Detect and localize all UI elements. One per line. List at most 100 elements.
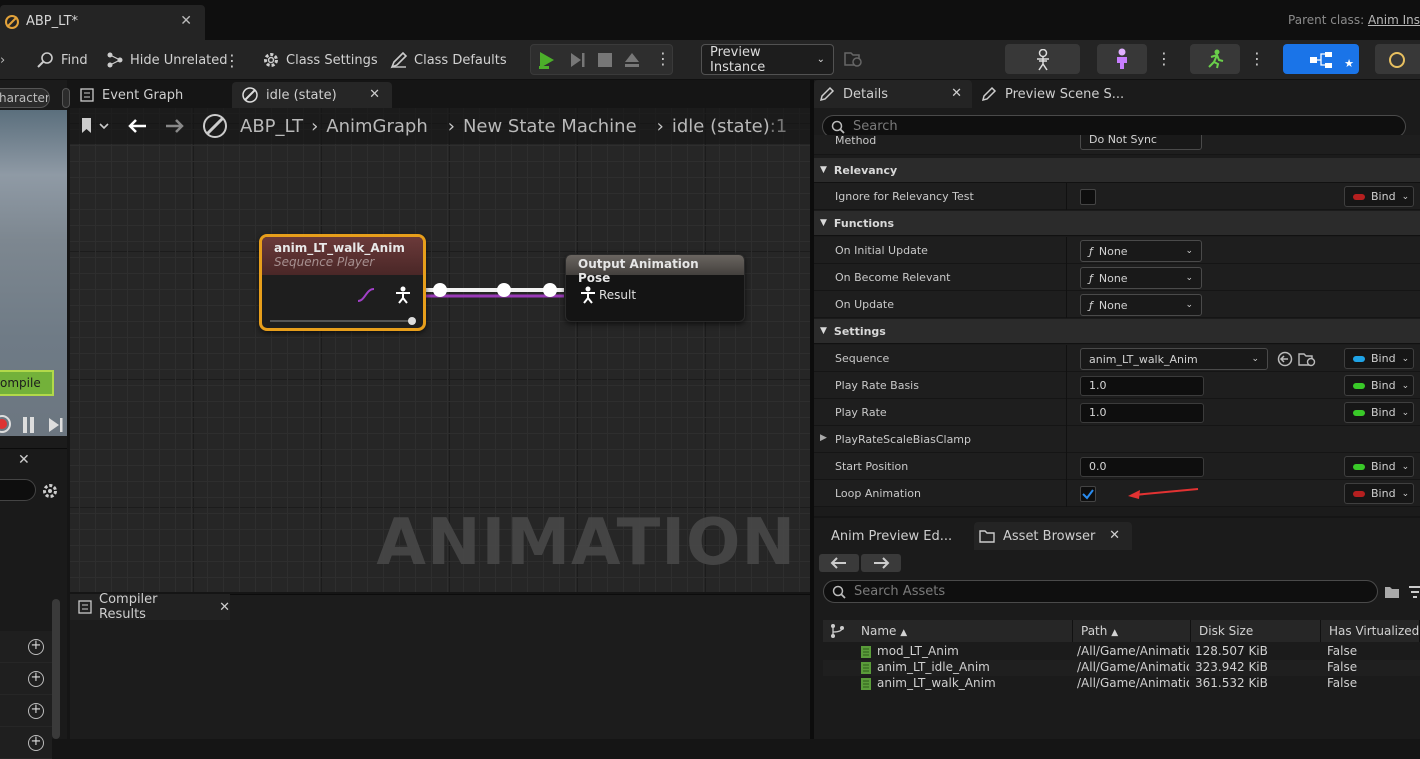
left-list-row[interactable]: + bbox=[0, 631, 52, 663]
tab-anim-preview-editor[interactable]: Anim Preview Ed... bbox=[826, 522, 952, 550]
tab-event-graph[interactable]: Event Graph bbox=[70, 82, 230, 108]
close-icon[interactable]: ✕ bbox=[951, 86, 962, 101]
start-position-field[interactable]: 0.0 bbox=[1080, 457, 1204, 477]
tab-preview-scene[interactable]: Preview Scene S... bbox=[976, 80, 1124, 108]
character-chip[interactable]: haracter bbox=[0, 88, 50, 108]
pose-input-pin-icon[interactable] bbox=[580, 286, 596, 304]
toolbar-overflow-icon[interactable]: › bbox=[0, 48, 5, 72]
tab-compiler-results[interactable]: Compiler Results ✕ bbox=[70, 592, 230, 622]
animation-options-icon[interactable]: ⋮ bbox=[1249, 49, 1265, 68]
tab-asset-browser[interactable]: Asset Browser ✕ bbox=[974, 522, 1132, 550]
left-list-row[interactable]: + bbox=[0, 727, 52, 759]
column-header-disk-size[interactable]: Disk Size bbox=[1191, 620, 1321, 642]
bind-dropdown[interactable]: Bind ⌄ bbox=[1344, 402, 1414, 423]
tab-details[interactable]: Details ✕ bbox=[814, 80, 972, 108]
play-icon[interactable] bbox=[537, 50, 559, 70]
bind-dropdown[interactable]: Bind ⌄ bbox=[1344, 375, 1414, 396]
table-row[interactable]: anim_LT_idle_Anim /All/Game/Animatio 323… bbox=[823, 660, 1420, 676]
hide-unrelated-button[interactable]: Hide Unrelated bbox=[106, 48, 228, 72]
more-options-icon[interactable]: ⋮ bbox=[224, 48, 240, 72]
class-settings-button[interactable]: Class Settings bbox=[262, 48, 378, 72]
bind-dropdown[interactable]: Bind ⌄ bbox=[1344, 186, 1414, 207]
chevron-down-icon: ▼ bbox=[820, 326, 827, 336]
forward-button[interactable] bbox=[861, 554, 901, 572]
play-rate-field[interactable]: 1.0 bbox=[1080, 403, 1204, 423]
category-settings[interactable]: ▼ Settings bbox=[814, 319, 1420, 344]
column-header-virtualized[interactable]: Has Virtualized D bbox=[1321, 620, 1420, 642]
step-forward-icon[interactable] bbox=[48, 417, 64, 433]
mesh-options-icon[interactable]: ⋮ bbox=[1156, 49, 1172, 68]
graph-mode-button[interactable]: ★ bbox=[1283, 44, 1359, 74]
chevron-down-icon: ⌄ bbox=[1401, 191, 1410, 202]
use-selected-icon[interactable] bbox=[1277, 351, 1293, 367]
source-tree-icon[interactable] bbox=[823, 620, 853, 642]
debug-object-icon[interactable] bbox=[843, 49, 863, 69]
progress-handle[interactable] bbox=[408, 317, 416, 325]
asset-search-input[interactable]: Search Assets bbox=[823, 580, 1378, 603]
add-icon[interactable]: + bbox=[28, 639, 44, 655]
folder-browse-icon[interactable] bbox=[1384, 584, 1402, 600]
sequence-asset-dropdown[interactable]: anim_LT_walk_Anim ⌄ bbox=[1080, 348, 1268, 370]
settings-gear-icon[interactable] bbox=[41, 482, 59, 500]
tab-idle-state[interactable]: idle (state) ✕ bbox=[232, 82, 392, 108]
pose-output-pin-icon[interactable] bbox=[395, 286, 411, 304]
method-dropdown[interactable]: Do Not Sync bbox=[1080, 135, 1202, 150]
simulation-controls: ⋮ bbox=[530, 44, 673, 75]
eject-icon[interactable] bbox=[623, 51, 641, 69]
bind-dropdown[interactable]: Bind ⌄ bbox=[1344, 456, 1414, 477]
filter-icon[interactable] bbox=[1408, 584, 1420, 600]
ignore-relevancy-checkbox[interactable] bbox=[1080, 189, 1096, 205]
loop-animation-checkbox[interactable] bbox=[1080, 486, 1096, 502]
skeleton-mode-button[interactable] bbox=[1005, 44, 1080, 74]
bind-dropdown[interactable]: Bind ⌄ bbox=[1344, 483, 1414, 504]
find-button[interactable]: Find bbox=[37, 48, 88, 72]
class-defaults-button[interactable]: Class Defaults bbox=[390, 48, 507, 72]
step-icon[interactable] bbox=[568, 51, 586, 69]
pause-icon[interactable] bbox=[22, 416, 36, 434]
physics-mode-button[interactable] bbox=[1375, 44, 1420, 74]
function-dropdown[interactable]: ƒ None ⌄ bbox=[1080, 240, 1202, 262]
preview-instance-dropdown[interactable]: Preview Instance ⌄ bbox=[701, 44, 834, 75]
category-functions[interactable]: ▼ Functions bbox=[814, 211, 1420, 236]
close-icon[interactable]: ✕ bbox=[180, 13, 192, 29]
left-scrollbar[interactable] bbox=[52, 599, 60, 739]
add-icon[interactable]: + bbox=[28, 703, 44, 719]
anim-graph-canvas[interactable]: ABP_LT › AnimGraph › New State Machine ›… bbox=[70, 108, 810, 592]
stop-icon[interactable] bbox=[597, 52, 613, 68]
column-header-path[interactable]: Path ▲ bbox=[1073, 620, 1191, 642]
property-row-loop-animation: Loop Animation Bind ⌄ bbox=[814, 480, 1420, 507]
close-icon[interactable]: ✕ bbox=[369, 87, 380, 102]
output-pose-node[interactable]: Output Animation Pose Result bbox=[565, 254, 745, 322]
left-list-row[interactable]: + bbox=[0, 695, 52, 727]
play-rate-basis-field[interactable]: 1.0 bbox=[1080, 376, 1204, 396]
bind-dropdown[interactable]: Bind ⌄ bbox=[1344, 348, 1414, 369]
close-icon[interactable]: ✕ bbox=[219, 600, 230, 615]
chevron-down-icon: ▼ bbox=[820, 165, 827, 175]
record-icon[interactable] bbox=[0, 414, 12, 434]
add-icon[interactable]: + bbox=[28, 671, 44, 687]
left-search-input[interactable] bbox=[0, 479, 36, 501]
table-row[interactable]: mod_LT_Anim /All/Game/Animatio 128.507 K… bbox=[823, 644, 1420, 660]
compile-button[interactable]: ompile bbox=[0, 370, 54, 396]
asset-tab[interactable]: ABP_LT* ✕ bbox=[0, 5, 205, 40]
asset-path: /All/Game/Animatio bbox=[1077, 644, 1189, 658]
play-options-icon[interactable]: ⋮ bbox=[655, 49, 671, 68]
mesh-mode-button[interactable] bbox=[1097, 44, 1147, 74]
animation-mode-button[interactable] bbox=[1190, 44, 1240, 74]
close-icon[interactable]: ✕ bbox=[18, 452, 30, 468]
function-value: None bbox=[1098, 298, 1128, 312]
category-relevancy[interactable]: ▼ Relevancy bbox=[814, 158, 1420, 183]
function-dropdown[interactable]: ƒ None ⌄ bbox=[1080, 294, 1202, 316]
left-list-row[interactable]: + bbox=[0, 663, 52, 695]
function-dropdown[interactable]: ƒ None ⌄ bbox=[1080, 267, 1202, 289]
add-icon[interactable]: + bbox=[28, 735, 44, 751]
table-row[interactable]: anim_LT_walk_Anim /All/Game/Animatio 361… bbox=[823, 676, 1420, 692]
parent-class-link[interactable]: Anim Ins bbox=[1368, 13, 1420, 27]
column-header-name[interactable]: Name ▲ bbox=[853, 620, 1073, 642]
sequence-player-node[interactable]: anim_LT_walk_Anim Sequence Player bbox=[259, 234, 426, 331]
browse-asset-icon[interactable] bbox=[1298, 351, 1316, 367]
back-button[interactable] bbox=[819, 554, 859, 572]
chevron-right-icon[interactable]: ▶ bbox=[820, 433, 827, 443]
close-icon[interactable]: ✕ bbox=[1109, 528, 1120, 543]
property-row-play-rate-clamp[interactable]: ▶ PlayRateScaleBiasClamp bbox=[814, 426, 1420, 453]
